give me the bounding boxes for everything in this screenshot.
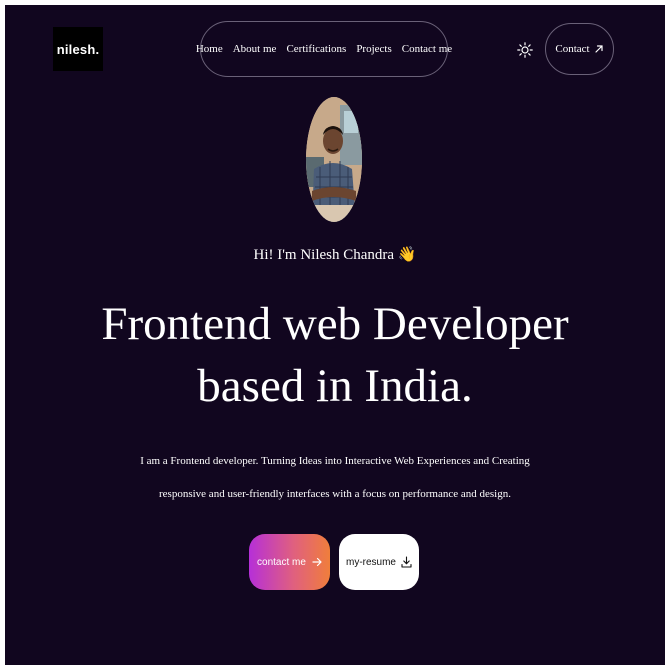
hero-description: I am a Frontend developer. Turning Ideas… <box>5 445 665 511</box>
logo-dot: . <box>95 41 100 57</box>
theme-toggle-button[interactable] <box>514 39 536 61</box>
arrow-up-right-icon <box>595 45 603 53</box>
greeting-label: Hi! I'm Nilesh Chandra <box>253 247 395 263</box>
contact-me-label: contact me <box>257 556 306 568</box>
logo-text: nilesh <box>56 41 96 57</box>
main-navigation: Home About me Certifications Projects Co… <box>196 21 452 77</box>
resume-label: my-resume <box>345 556 396 568</box>
hero-headline: Frontend web Developer based in India. <box>5 293 665 417</box>
greeting-text: Hi! I'm Nilesh Chandra 👋 <box>5 245 665 264</box>
arrow-right-icon <box>312 557 322 567</box>
resume-download-button[interactable]: my-resume <box>339 534 419 590</box>
contact-button-label: Contact <box>555 43 590 55</box>
contact-me-button[interactable]: contact me <box>249 534 330 590</box>
waving-hand-icon: 👋 <box>397 247 417 263</box>
header-contact-button[interactable]: Contact <box>545 23 614 75</box>
profile-photo <box>306 97 362 222</box>
site-logo[interactable]: nilesh. <box>53 27 103 71</box>
nav-home[interactable]: Home <box>196 43 223 55</box>
description-line-2: responsive and user-friendly interfaces … <box>159 488 511 500</box>
nav-projects[interactable]: Projects <box>356 43 391 55</box>
nav-about-me[interactable]: About me <box>233 43 277 55</box>
page-frame: nilesh. Home About me Certifications Pro… <box>5 5 665 665</box>
sun-icon <box>517 42 533 58</box>
headline-line-1: Frontend web Developer <box>101 298 569 350</box>
headline-line-2: based in India. <box>197 360 473 412</box>
description-line-1: I am a Frontend developer. Turning Ideas… <box>140 455 530 467</box>
nav-certifications[interactable]: Certifications <box>286 43 346 55</box>
download-icon <box>401 556 412 568</box>
nav-contact-me[interactable]: Contact me <box>402 43 452 55</box>
